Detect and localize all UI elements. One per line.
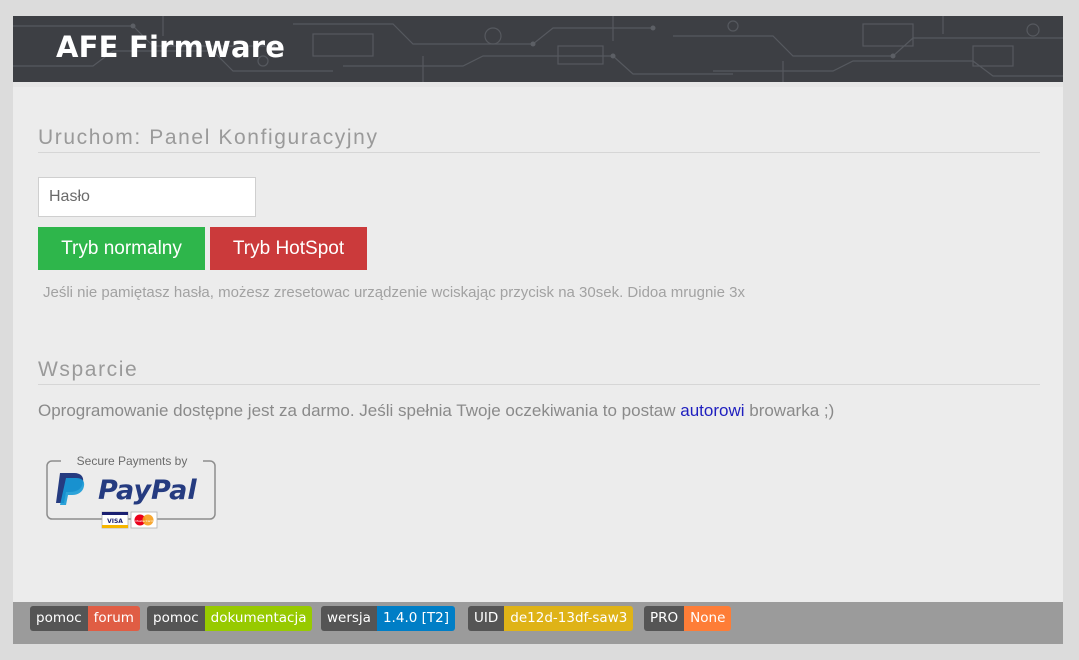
svg-text:VISA: VISA xyxy=(107,518,123,525)
badge-help-forum[interactable]: pomoc forum xyxy=(30,606,140,631)
password-input[interactable] xyxy=(38,177,256,217)
header-banner: AFE Firmware xyxy=(13,16,1063,82)
paypal-p-icon xyxy=(56,473,85,505)
visa-card-icon: VISA xyxy=(101,511,129,529)
app-title: AFE Firmware xyxy=(56,30,286,64)
mastercard-icon: MasterCard xyxy=(130,511,158,529)
password-reset-hint: Jeśli nie pamiętasz hasła, możesz zreset… xyxy=(43,284,745,301)
section-title-launch: Uruchom: Panel Konfiguracyjny xyxy=(38,126,1040,153)
support-text: Oprogramowanie dostępne jest za darmo. J… xyxy=(38,401,835,420)
paypal-caption: Secure Payments by xyxy=(77,454,188,468)
normal-mode-button[interactable]: Tryb normalny xyxy=(38,227,205,270)
badge-uid[interactable]: UID de12d-13df-saw3 xyxy=(468,606,634,631)
hotspot-mode-button[interactable]: Tryb HotSpot xyxy=(210,227,367,270)
section-title-support: Wsparcie xyxy=(38,358,1040,385)
footer-badges-bar: pomoc forum pomoc dokumentacja wersja 1.… xyxy=(13,602,1063,644)
badge-pro[interactable]: PRO None xyxy=(644,606,732,631)
author-link[interactable]: autorowi xyxy=(680,401,744,420)
badge-help-docs[interactable]: pomoc dokumentacja xyxy=(147,606,313,631)
paypal-button[interactable]: Secure Payments by PayPal VISA MasterCar… xyxy=(46,453,218,529)
paypal-logo-text: PayPal xyxy=(98,475,197,506)
app-frame: AFE Firmware Uruchom: Panel Konfiguracyj… xyxy=(13,16,1063,644)
badge-version[interactable]: wersja 1.4.0 [T2] xyxy=(321,606,455,631)
svg-text:MasterCard: MasterCard xyxy=(135,519,152,523)
